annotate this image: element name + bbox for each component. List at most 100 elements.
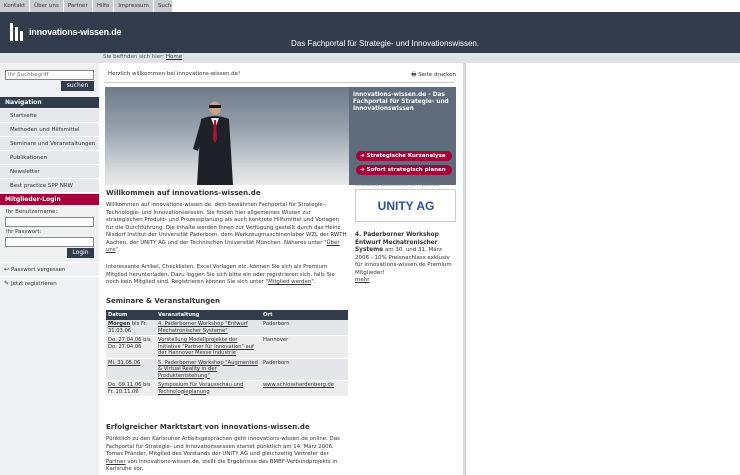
logo[interactable]: innovations-wissen.de: [10, 23, 122, 41]
event-date: Do. 27.04.06 bis Do. 27.04.06: [106, 335, 156, 359]
table-row: Mi. 31.05.06 5. Paderborner Workshop "Au…: [106, 358, 348, 381]
event-date: Do. 09.11.06 bis Fr. 10.11.06: [106, 380, 156, 397]
welcome-bar: Herzlich willkommen bei innovations-wiss…: [104, 70, 460, 82]
divider: [104, 82, 454, 83]
plan-now-button[interactable]: ➜ Sofort strategisch planen: [356, 165, 452, 175]
hero-title: innovations-wissen.de - Das Fachportal f…: [353, 92, 449, 112]
login-heading: Mitglieder-Login: [0, 194, 99, 205]
event-place: Paderborn: [261, 320, 348, 336]
print-page-label: Seite drucken: [418, 72, 456, 78]
left-sidebar: suchen Navigation Startseite Methoden un…: [0, 63, 99, 475]
plan-now-label: Sofort strategisch planen: [366, 167, 446, 173]
breadcrumb-bar: Sie befinden sich hier: Home: [0, 53, 740, 63]
navigation-heading: Navigation: [0, 97, 99, 108]
launch-paragraph-tail: von innovations-wissen.de, stellt die Er…: [106, 458, 338, 473]
register-link[interactable]: ✎ Jetzt registrieren: [4, 280, 57, 287]
table-header-row: Datum Veranstaltung Ort: [106, 310, 348, 320]
welcome-text: Herzlich willkommen bei innovations-wiss…: [108, 71, 241, 77]
hero-banner: innovations-wissen.de - Das Fachportal f…: [105, 87, 456, 185]
event-place: Paderborn: [261, 358, 348, 381]
search-input[interactable]: [5, 70, 94, 80]
username-label: Ihr Benutzername:: [6, 209, 58, 215]
search-button[interactable]: suchen: [61, 81, 94, 91]
forgot-password-link[interactable]: ↩ Passwort vergessen: [4, 266, 66, 273]
event-title: 4. Paderborner Workshop "Entwurf Mechatr…: [156, 320, 261, 336]
event-title-link[interactable]: 5. Paderborner Workshop "Augmented & Vir…: [158, 360, 258, 379]
print-page-link[interactable]: 🖶 Seite drucken: [411, 71, 456, 80]
event-date-link[interactable]: Morgen: [108, 321, 130, 327]
nav-item-seminare[interactable]: Seminare und Veranstaltungen: [0, 137, 99, 151]
arrow-right-icon: ➜: [360, 167, 365, 173]
event-date-link[interactable]: Do. 09.11.06: [108, 382, 141, 388]
password-input[interactable]: [5, 237, 94, 247]
event-date: Mi. 31.05.06: [106, 358, 156, 381]
section-premium-text: Interessante Artikel, Checklisten, Excel…: [106, 264, 335, 285]
navigation-menu: Startseite Methoden und Hilfsmittel Semi…: [0, 109, 99, 193]
table-row: Do. 09.11.06 bis Fr. 10.11.06 Symposium …: [106, 380, 348, 397]
section-welcome-title: Willkommen auf innovations-wissen.de: [106, 189, 261, 197]
hero-sidebar: innovations-wissen.de - Das Fachportal f…: [349, 87, 456, 185]
section-welcome-text: Willkommen auf innovations-wissen.de, de…: [106, 202, 347, 253]
event-title: Symposium für Vorausschau und Technologi…: [156, 380, 261, 397]
strategic-analysis-label: Strategische Kurzanalyse: [366, 153, 446, 159]
nav-item-best-practice[interactable]: Best practice SPP NRW: [0, 179, 99, 193]
col-place-header: Ort: [261, 310, 348, 320]
event-date-link[interactable]: Do. 27.04.06: [108, 337, 141, 343]
section-launch-title: Erfolgreicher Marktstart von innovations…: [106, 423, 310, 431]
partner-link[interactable]: Partner: [106, 459, 126, 465]
forgot-password-label: Passwort vergessen: [11, 266, 66, 273]
toplink-impressum[interactable]: Impressum: [114, 0, 154, 12]
event-title: Vorstellung Modellprojekte der Initiativ…: [156, 335, 261, 359]
toplink-hilfe[interactable]: Hilfe: [92, 0, 115, 12]
col-event-header: Veranstaltung: [156, 310, 261, 320]
news-teaser: 4. Paderborner Workshop Entwurf Mechatro…: [355, 232, 455, 285]
nav-item-publikationen[interactable]: Publikationen: [0, 151, 99, 165]
event-title-link[interactable]: 4. Paderborner Workshop "Entwurf Mechatr…: [158, 321, 248, 334]
event-date-link[interactable]: Mi. 31.05.06: [108, 360, 140, 366]
login-button[interactable]: Login: [67, 248, 94, 258]
col-date-header: Datum: [106, 310, 156, 320]
username-input[interactable]: [5, 217, 94, 227]
sponsor-label: innovations-wissen.de ist ein Projekt de…: [355, 182, 440, 187]
event-title-link[interactable]: Symposium für Vorausschau und Technologi…: [158, 382, 243, 395]
event-place-link[interactable]: www.schlosshardenberg.de: [263, 382, 334, 388]
nav-item-startseite[interactable]: Startseite: [0, 109, 99, 123]
news-more-link[interactable]: mehr: [355, 277, 370, 283]
section-events-title: Seminare & Veranstaltungen: [106, 297, 220, 305]
become-member-link[interactable]: Mitglied werden: [268, 279, 311, 285]
breadcrumb-home-link[interactable]: Home: [166, 54, 182, 60]
sponsor-logo[interactable]: UNITY AG: [355, 189, 456, 222]
table-row: Do. 27.04.06 bis Do. 27.04.06 Vorstellun…: [106, 335, 348, 359]
register-label: Jetzt registrieren: [11, 280, 57, 287]
event-title: 5. Paderborner Workshop "Augmented & Vir…: [156, 358, 261, 381]
breadcrumb-prefix: Sie befinden sich hier:: [103, 54, 165, 60]
strategic-analysis-button[interactable]: ➜ Strategische Kurzanalyse: [356, 151, 452, 161]
event-title-link[interactable]: Vorstellung Modellprojekte der Initiativ…: [158, 337, 254, 356]
event-date: Morgen bis Fr. 31.03.06: [106, 320, 156, 336]
printer-icon: 🖶: [411, 72, 417, 78]
divider: [0, 262, 99, 263]
sponsor-name: UNITY AG: [377, 199, 435, 213]
site-header: innovations-wissen.de Das Fachportal für…: [0, 12, 740, 53]
event-place: Hannover: [261, 335, 348, 359]
empty-right-pane: [465, 63, 740, 475]
hero-photo: [105, 87, 349, 185]
nav-item-newsletter[interactable]: Newsletter: [0, 165, 99, 179]
top-strip: [172, 0, 740, 12]
breadcrumb: Sie befinden sich hier: Home: [103, 54, 182, 60]
pencil-icon: ✎: [4, 280, 10, 287]
divider: [0, 276, 99, 277]
site-tagline: Das Fachportal für Strategie- und Innova…: [291, 39, 480, 48]
toplink-kontakt[interactable]: Kontakt: [0, 0, 31, 12]
nav-item-methoden[interactable]: Methoden und Hilfsmittel: [0, 123, 99, 137]
toplink-partner[interactable]: Partner: [63, 0, 93, 12]
logo-bars-icon: [10, 23, 26, 41]
arrow-left-icon: ↩: [4, 266, 10, 273]
main-content: Herzlich willkommen bei innovations-wiss…: [99, 63, 465, 475]
toplink-ueber-uns[interactable]: Über uns: [30, 0, 64, 12]
table-row: Morgen bis Fr. 31.03.06 4. Paderborner W…: [106, 320, 348, 336]
event-place: www.schlosshardenberg.de: [261, 380, 348, 397]
events-table: Datum Veranstaltung Ort Morgen bis Fr. 3…: [106, 310, 348, 397]
welcome-paragraph: Willkommen auf innovations-wissen.de, de…: [106, 202, 347, 246]
launch-paragraph: Pünktlich zu den Karlsruher Arbeitsgespr…: [106, 436, 340, 457]
